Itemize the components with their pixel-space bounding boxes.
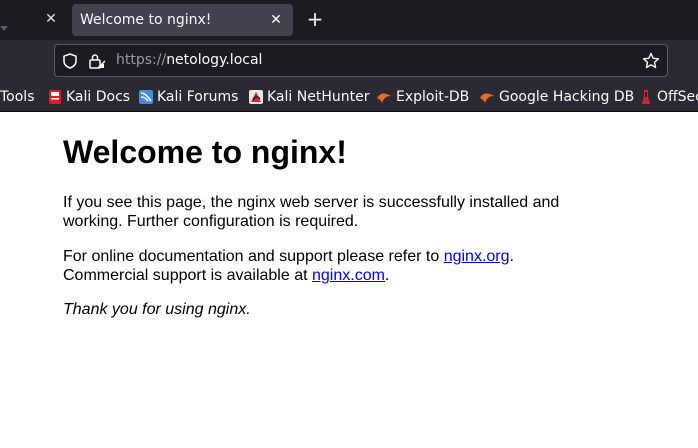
exploit-db-icon (377, 93, 391, 103)
bookmark-exploit-db[interactable]: Exploit-DB (376, 82, 472, 111)
bookmark-label: Exploit-DB (396, 89, 470, 105)
bookmark-label: Kali NetHunter (267, 89, 370, 105)
tab-active[interactable]: Welcome to nginx! ✕ (72, 4, 293, 36)
bookmark-label: Tools (0, 89, 35, 105)
bookmark-label: Kali Docs (66, 89, 131, 105)
bookmark-kali-docs[interactable]: Kali Docs (46, 82, 131, 111)
url-text[interactable]: https://netology.local (116, 45, 262, 76)
bookmark-kali-forums[interactable]: Kali Forums (137, 82, 239, 111)
tab-strip: ✕ Welcome to nginx! ✕ + (0, 0, 698, 40)
shield-icon[interactable] (62, 53, 78, 69)
bookmark-google-hacking-db[interactable]: Google Hacking DB (479, 82, 634, 111)
url-host: netology.local (166, 52, 263, 68)
bookmark-kali-nethunter[interactable]: Kali NetHunter (247, 82, 370, 111)
tab-list-arrow-icon[interactable] (0, 26, 8, 34)
bookmarks-toolbar: Tools Kali Docs Kali Forums Kali NetHunt… (0, 82, 698, 112)
previous-tab-close-icon[interactable]: ✕ (40, 8, 62, 30)
new-tab-button[interactable]: + (302, 7, 328, 33)
kali-docs-icon (49, 90, 61, 104)
kali-forums-icon (139, 90, 153, 104)
kali-nethunter-icon (249, 90, 263, 104)
nginx-org-link[interactable]: nginx.org (444, 248, 510, 265)
docs-text: For online documentation and support ple… (63, 248, 444, 265)
url-bar[interactable]: https://netology.local (54, 44, 668, 77)
google-hacking-db-icon (480, 93, 494, 103)
nginx-com-link[interactable]: nginx.com (312, 267, 385, 284)
tab-close-icon[interactable]: ✕ (265, 9, 287, 31)
commercial-text-end: . (384, 267, 390, 284)
offsec-icon (642, 90, 650, 104)
docs-paragraph: For online documentation and support ple… (63, 247, 583, 285)
commercial-text: Commercial support is available at (63, 267, 312, 284)
bookmark-label: Google Hacking DB (499, 89, 635, 105)
page-content: Welcome to nginx! If you see this page, … (0, 113, 698, 448)
navigation-toolbar: https://netology.local (0, 40, 698, 82)
lock-insecure-icon[interactable] (88, 53, 106, 69)
bookmark-star-icon[interactable] (642, 52, 660, 70)
bookmark-label: OffSec (657, 89, 698, 105)
page-title: Welcome to nginx! (63, 134, 347, 170)
url-scheme: https:// (116, 52, 167, 68)
bookmark-tools[interactable]: Tools (0, 82, 40, 111)
thanks-text: Thank you for using nginx. (63, 301, 251, 318)
intro-paragraph: If you see this page, the nginx web serv… (63, 194, 560, 230)
bookmark-label: Kali Forums (157, 89, 239, 105)
thanks-paragraph: Thank you for using nginx. (63, 300, 583, 319)
bookmark-offsec[interactable]: OffSec (638, 82, 698, 111)
tab-title: Welcome to nginx! (80, 12, 212, 28)
docs-text-end: . (509, 248, 514, 265)
